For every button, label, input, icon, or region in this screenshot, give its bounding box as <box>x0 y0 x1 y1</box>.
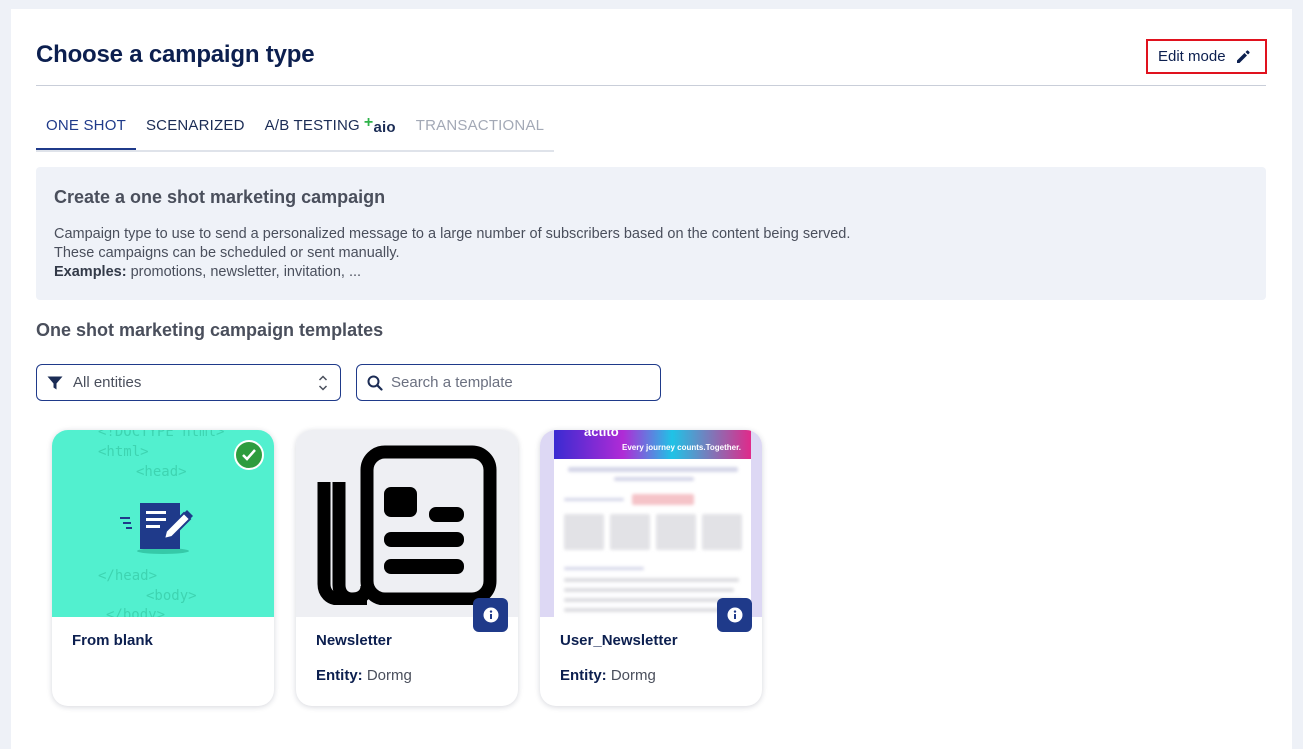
tab-scenarized[interactable]: SCENARIZED <box>136 109 255 150</box>
page-title: Choose a campaign type <box>36 41 315 68</box>
description-line-1: Campaign type to use to send a personali… <box>54 226 851 242</box>
edit-mode-button[interactable]: Edit mode <box>1146 39 1267 74</box>
template-card-user-newsletter[interactable]: actito Every journey counts.Together. Us… <box>540 430 762 706</box>
template-search <box>356 364 661 401</box>
tab-one-shot[interactable]: ONE SHOT <box>36 109 136 150</box>
aio-badge: + aio <box>363 114 396 136</box>
main-panel: Choose a campaign type Edit mode ONE SHO… <box>11 9 1292 749</box>
entity-select[interactable]: All entities <box>36 364 341 401</box>
description-title: Create a one shot marketing campaign <box>54 187 386 207</box>
pencil-icon <box>1236 49 1250 63</box>
newsletter-thumbnail <box>296 430 518 617</box>
edit-mode-label: Edit mode <box>1158 48 1226 65</box>
tab-ab-testing[interactable]: A/B TESTING + aio <box>255 109 406 150</box>
document-edit-icon <box>120 503 193 554</box>
campaign-description-box: Create a one shot marketing campaign Cam… <box>36 167 1266 300</box>
template-card-from-blank[interactable]: <!DOCTYPE html> <html> <head> </head> <b… <box>52 430 274 706</box>
email-preview: actito Every journey counts.Together. <box>554 430 751 617</box>
info-button[interactable] <box>473 598 508 632</box>
template-entity: Entity: Dormg <box>560 667 656 684</box>
info-icon <box>483 607 498 623</box>
selected-check-icon <box>234 440 264 470</box>
email-banner: actito Every journey counts.Together. <box>554 430 751 459</box>
info-icon <box>727 607 742 623</box>
search-icon <box>367 375 383 391</box>
filter-icon <box>47 376 63 389</box>
description-line-2: These campaigns can be scheduled or sent… <box>54 245 400 261</box>
blank-thumbnail: <!DOCTYPE html> <html> <head> </head> <b… <box>52 430 274 617</box>
chevron-up-down-icon <box>318 375 328 391</box>
banner-brand: actito <box>584 430 619 439</box>
newspaper-icon <box>317 445 497 605</box>
banner-tagline: Every journey counts.Together. <box>622 443 741 452</box>
template-name: Newsletter <box>316 632 392 649</box>
template-entity: Entity: Dormg <box>316 667 412 684</box>
templates-section-title: One shot marketing campaign templates <box>36 320 384 340</box>
user-newsletter-thumbnail: actito Every journey counts.Together. <box>540 430 762 617</box>
entity-select-value: All entities <box>73 374 142 391</box>
template-name: From blank <box>72 632 153 649</box>
template-card-newsletter[interactable]: Newsletter Entity: Dormg <box>296 430 518 706</box>
description-examples: Examples: promotions, newsletter, invita… <box>54 264 362 280</box>
info-button[interactable] <box>717 598 752 632</box>
template-name: User_Newsletter <box>560 632 678 649</box>
page-header: Choose a campaign type Edit mode <box>36 39 1267 86</box>
campaign-type-tabs: ONE SHOT SCENARIZED A/B TESTING + aio TR… <box>36 109 555 152</box>
sparkle-plus-icon: + <box>363 114 374 131</box>
search-input[interactable] <box>391 374 641 391</box>
tab-transactional[interactable]: TRANSACTIONAL <box>406 109 554 150</box>
